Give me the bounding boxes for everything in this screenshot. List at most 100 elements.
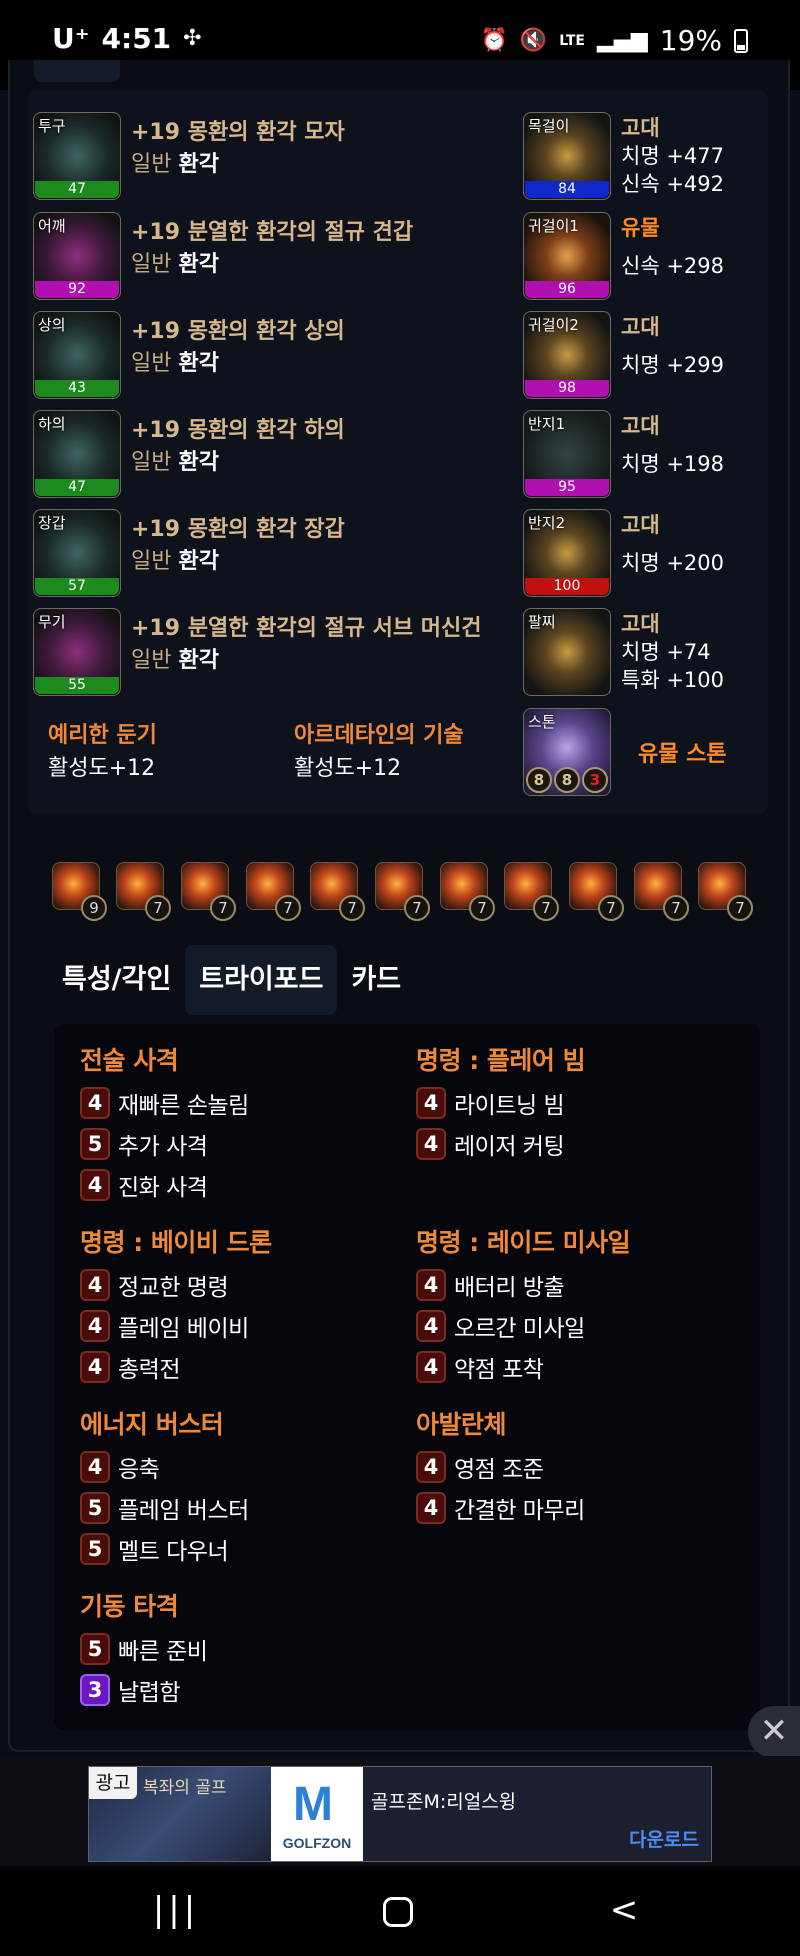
accessory-stat: 치명 +200 (621, 551, 724, 575)
ad-banner[interactable]: 광고 복좌의 골프 M GOLFZON 골프존M:리얼스윙 다운로드 (88, 1766, 712, 1862)
gem-icon[interactable]: 7 (310, 862, 365, 921)
gem-icon[interactable]: 7 (569, 862, 624, 921)
tripod-item: 5 추가 사격 (80, 1123, 249, 1164)
slot-label: 하의 (38, 415, 66, 433)
tripod-item: 5 빠른 준비 (80, 1628, 208, 1669)
ad-download-button[interactable]: 다운로드 (629, 1825, 699, 1852)
item-name: +19 몽환의 환각 하의 (131, 418, 345, 443)
engraving-value: 활성도+12 (294, 756, 402, 781)
equipment-row[interactable]: 장갑 57 +19 몽환의 환각 장갑 일반 환각 (33, 509, 345, 597)
gem-level: 7 (275, 895, 301, 921)
gem-level: 7 (145, 895, 171, 921)
tripod-item: 4 간결한 마무리 (416, 1487, 585, 1528)
tripod-level: 4 (80, 1350, 110, 1383)
slot-label: 귀걸이1 (528, 217, 579, 235)
stone-icon: 스톤 8 8 3 (523, 708, 611, 796)
tripod-level: 4 (416, 1450, 446, 1483)
gem-icon[interactable]: 7 (246, 862, 301, 921)
clock: 4:51 (101, 22, 172, 55)
gem-level: 7 (404, 895, 430, 921)
gem-row: 9 7 7 7 7 7 7 7 7 7 7 (52, 862, 753, 922)
ability-stone[interactable]: 스톤 8 8 3 (523, 708, 611, 796)
equipment-row[interactable]: 상의 43 +19 몽환의 환각 상의 일반 환각 (33, 311, 345, 399)
back-icon[interactable]: < (584, 1888, 664, 1932)
gem-icon[interactable]: 9 (52, 862, 107, 921)
gem-icon[interactable]: 7 (440, 862, 495, 921)
bracelet-icon: 팔찌 (523, 608, 611, 696)
recent-apps-icon[interactable]: ||| (136, 1888, 216, 1932)
earring-icon: 귀걸이1 96 (523, 212, 611, 300)
ad-title: 골프존M:리얼스윙 (371, 1791, 517, 1813)
skill-group: 명령 : 베이비 드론 4 정교한 명령 4 플레임 베이비 4 총력전 (80, 1222, 272, 1387)
tripod-item: 4 약점 포착 (416, 1346, 630, 1387)
slot-label: 상의 (38, 316, 66, 334)
tab-traits[interactable]: 특성/각인 (48, 945, 185, 1015)
skill-name: 명령 : 레이드 미사일 (416, 1228, 631, 1257)
close-icon[interactable]: ✕ (748, 1706, 800, 1758)
gem-icon[interactable]: 7 (634, 862, 689, 921)
gem-level: 9 (81, 895, 107, 921)
item-tier: 일반 (131, 549, 172, 574)
tripod-item: 3 날렵함 (80, 1669, 207, 1710)
accessory-row[interactable]: 목걸이 84 고대 치명 +477 신속 +492 (523, 112, 724, 200)
equipment-row[interactable]: 투구 47 +19 몽환의 환각 모자 일반 환각 (33, 112, 345, 200)
tripod-level: 5 (80, 1491, 110, 1524)
equipment-row[interactable]: 어깨 92 +19 분열한 환각의 절규 견갑 일반 환각 (33, 212, 413, 300)
accessory-row[interactable]: 귀걸이2 98 고대 치명 +299 (523, 311, 724, 399)
item-set: 환각 (178, 152, 219, 177)
tripod-item: 4 레이저 커팅 (416, 1123, 585, 1164)
tab-tripod[interactable]: 트라이포드 (185, 945, 338, 1015)
helmet-icon: 투구 47 (33, 112, 121, 200)
skill-name: 전술 사격 (80, 1046, 179, 1075)
tripod-name: 라이트닝 빔 (454, 1092, 565, 1119)
quality-bar: 96 (525, 281, 609, 298)
equipment-row[interactable]: 하의 47 +19 몽환의 환각 하의 일반 환각 (33, 410, 345, 498)
home-icon[interactable] (358, 1888, 438, 1932)
gem-icon[interactable]: 7 (181, 862, 236, 921)
skill-name: 기동 타격 (80, 1592, 179, 1621)
accessory-grade: 유물 (621, 216, 660, 240)
skill-group: 에너지 버스터 4 응축 5 플레임 버스터 5 멜트 다우너 (80, 1404, 249, 1569)
accessory-row[interactable]: 귀걸이1 96 유물 신속 +298 (523, 212, 724, 300)
item-set: 환각 (178, 549, 219, 574)
tripod-name: 간결한 마무리 (454, 1497, 585, 1524)
quality-bar: 43 (35, 380, 119, 397)
item-name: +19 몽환의 환각 장갑 (131, 517, 345, 542)
equipment-row[interactable]: 무기 55 +19 분열한 환각의 절규 서브 머신건 일반 환각 (33, 608, 481, 696)
engraving-name: 예리한 둔기 (48, 723, 157, 748)
accessory-stat: 신속 +492 (621, 172, 724, 196)
tripod-level: 5 (80, 1632, 110, 1665)
tripod-item: 4 라이트닝 빔 (416, 1082, 585, 1123)
engraving-name: 아르데타인의 기술 (294, 723, 464, 748)
gem-icon[interactable]: 7 (698, 862, 753, 921)
tab-cards[interactable]: 카드 (337, 945, 415, 1015)
tripod-name: 진화 사격 (118, 1174, 208, 1201)
skill-group: 전술 사격 4 재빠른 손놀림 5 추가 사격 4 진화 사격 (80, 1040, 249, 1205)
gem-icon[interactable]: 7 (116, 862, 171, 921)
gem-level: 7 (598, 895, 624, 921)
tripod-item: 4 영점 조준 (416, 1446, 585, 1487)
gem-icon[interactable]: 7 (504, 862, 559, 921)
quality-bar: 98 (525, 380, 609, 397)
tripod-level: 4 (80, 1086, 110, 1119)
tripod-name: 멜트 다우너 (118, 1538, 229, 1565)
tripod-name: 재빠른 손놀림 (118, 1092, 249, 1119)
accessory-stat: 특화 +100 (621, 668, 724, 692)
tripod-name: 총력전 (118, 1356, 180, 1383)
item-tier: 일반 (131, 450, 172, 475)
engraving-item[interactable]: 예리한 둔기 활성도+12 (48, 720, 157, 786)
accessory-stat: 신속 +298 (621, 254, 724, 278)
accessory-row[interactable]: 반지1 95 고대 치명 +198 (523, 410, 724, 498)
signal-icon: ▂▄▆ (597, 28, 648, 53)
gem-icon[interactable]: 7 (375, 862, 430, 921)
quality-bar: 84 (525, 181, 609, 198)
engraving-item[interactable]: 아르데타인의 기술 활성도+12 (294, 720, 464, 786)
accessory-row[interactable]: 반지2 100 고대 치명 +200 (523, 509, 724, 597)
tripod-item: 4 총력전 (80, 1346, 272, 1387)
slot-label: 반지1 (528, 415, 566, 433)
accessory-row[interactable]: 팔찌 고대 치명 +74 특화 +100 (523, 608, 724, 696)
slot-label: 어깨 (38, 217, 66, 235)
item-name: +19 몽환의 환각 상의 (131, 319, 345, 344)
tripod-name: 날렵함 (118, 1679, 180, 1706)
accessory-grade: 고대 (621, 414, 660, 438)
